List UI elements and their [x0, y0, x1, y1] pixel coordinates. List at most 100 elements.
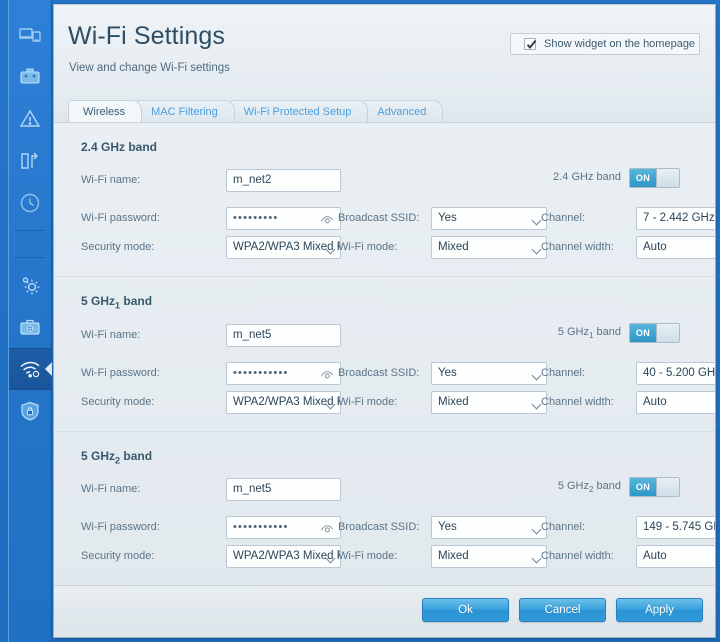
show-widget-checkbox-label: Show widget on the homepage: [544, 38, 696, 50]
band-title-suffix: band: [120, 294, 153, 309]
select-channel-5-2[interactable]: 149 - 5.745 GHz: [636, 516, 715, 540]
switch-knob[interactable]: [656, 169, 679, 188]
label-security-mode: Security mode:: [81, 241, 155, 254]
band-title-prefix: 2.4 GHz: [81, 140, 126, 154]
panel-header: Wi-Fi Settings View and change Wi-Fi set…: [54, 5, 715, 98]
sidebar-item-devices[interactable]: [9, 14, 51, 56]
toggle-5ghz-2-band[interactable]: 5 GHz2 band ON: [558, 477, 680, 498]
select-wifi-mode-5-2[interactable]: Mixed: [431, 545, 547, 569]
wifi-settings-icon: [18, 357, 42, 381]
storage-icon: [18, 65, 42, 89]
toggle-label-24ghz: 2.4 GHz band: [553, 171, 621, 185]
shield-lock-icon: [18, 399, 42, 423]
password-mask-24: •••••••••: [233, 212, 279, 225]
tab-mac-filtering[interactable]: MAC Filtering: [136, 100, 235, 122]
input-wifi-password-24[interactable]: •••••••••: [226, 207, 341, 231]
row-wifi-password-5-2: Wi-Fi password: ••••••••••• Broadcast SS…: [68, 516, 715, 540]
row-security-mode-5-2: Security mode: WPA2/WPA3 Mixed Personal …: [68, 545, 715, 569]
toggle-label-5ghz-1: 5 GHz1 band: [558, 326, 621, 340]
sidebar-divider: [15, 230, 45, 231]
label-wifi-password: Wi-Fi password:: [81, 521, 160, 534]
input-wifi-name-5-2[interactable]: m_net5: [226, 478, 341, 502]
switch-5ghz-1[interactable]: ON: [629, 322, 680, 343]
select-broadcast-ssid-5-2[interactable]: Yes: [431, 516, 547, 540]
switch-knob[interactable]: [656, 478, 679, 497]
gears-icon: [18, 273, 42, 297]
sidebar-item-backup[interactable]: [9, 140, 51, 182]
password-mask-5-1: •••••••••••: [233, 366, 289, 379]
band-title-suffix: band: [120, 448, 153, 463]
input-wifi-password-5-1[interactable]: •••••••••••: [226, 361, 341, 385]
cancel-button[interactable]: Cancel: [519, 598, 606, 622]
select-security-mode-5-2[interactable]: WPA2/WPA3 Mixed Personal: [226, 545, 341, 569]
band-title-prefix: 5 GHz: [81, 294, 116, 309]
label-broadcast-ssid: Broadcast SSID:: [338, 366, 420, 379]
toggle-label-suffix: band: [593, 171, 621, 184]
toggle-24ghz-band[interactable]: 2.4 GHz band ON: [553, 168, 680, 189]
settings-panel: Wi-Fi Settings View and change Wi-Fi set…: [53, 4, 716, 638]
switch-on-label: ON: [630, 323, 656, 342]
toggle-label-prefix: 5 GHz: [557, 325, 590, 338]
toggle-5ghz-1-band[interactable]: 5 GHz1 band ON: [558, 322, 680, 343]
select-wifi-mode-5-1[interactable]: Mixed: [431, 390, 547, 414]
toggle-label-suffix: band: [593, 325, 621, 338]
label-channel-width: Channel width:: [541, 241, 614, 254]
label-channel: Channel:: [541, 212, 586, 225]
select-channel-24[interactable]: 7 - 2.442 GHz: [636, 207, 715, 231]
switch-on-label: ON: [630, 169, 656, 188]
page-subtitle: View and change Wi-Fi settings: [69, 62, 230, 74]
ok-button[interactable]: Ok: [422, 598, 509, 622]
input-wifi-password-5-2[interactable]: •••••••••••: [226, 516, 341, 540]
label-wifi-password: Wi-Fi password:: [81, 366, 160, 379]
sidebar-item-settings[interactable]: [9, 264, 51, 306]
select-broadcast-ssid-5-1[interactable]: Yes: [431, 361, 547, 385]
switch-24ghz[interactable]: ON: [629, 168, 680, 189]
sidebar-item-toolbox[interactable]: [9, 306, 51, 348]
apply-button[interactable]: Apply: [616, 598, 703, 622]
input-wifi-name-24[interactable]: m_net2: [226, 169, 341, 193]
input-wifi-name-5-1[interactable]: m_net5: [226, 323, 341, 347]
show-password-eye-icon[interactable]: [320, 213, 334, 229]
label-wifi-name: Wi-Fi name:: [81, 328, 141, 341]
show-password-eye-icon[interactable]: [320, 368, 334, 384]
band-title-24ghz: 2.4 GHz band: [68, 123, 701, 156]
sidebar-item-history[interactable]: [9, 182, 51, 224]
row-wifi-password-5-1: Wi-Fi password: ••••••••••• Broadcast SS…: [68, 361, 715, 385]
select-channel-5-1[interactable]: 40 - 5.200 GHz: [636, 361, 715, 385]
row-wifi-name-5-2: Wi-Fi name: m_net5 5 GHz2 band ON: [68, 477, 701, 502]
switch-5ghz-2[interactable]: ON: [629, 477, 680, 498]
label-wifi-name: Wi-Fi name:: [81, 483, 141, 496]
select-wifi-mode-24[interactable]: Mixed: [431, 236, 547, 260]
select-channel-width-5-1[interactable]: Auto: [636, 390, 715, 414]
sidebar-top-spacer: [9, 0, 51, 14]
password-mask-5-2: •••••••••••: [233, 521, 289, 534]
sidebar-item-security[interactable]: [9, 390, 51, 432]
band-title-suffix: band: [125, 140, 158, 154]
tab-wifi-protected-setup[interactable]: Wi-Fi Protected Setup: [228, 100, 369, 122]
row-security-mode-5-1: Security mode: WPA2/WPA3 Mixed Personal …: [68, 390, 715, 414]
label-channel: Channel:: [541, 366, 586, 379]
warning-triangle-icon: [18, 107, 42, 131]
show-password-eye-icon[interactable]: [320, 522, 334, 538]
select-security-mode-24[interactable]: WPA2/WPA3 Mixed Personal: [226, 236, 341, 260]
sidebar-item-storage[interactable]: [9, 56, 51, 98]
show-widget-checkbox[interactable]: [524, 38, 537, 50]
show-widget-checkbox-row[interactable]: Show widget on the homepage: [510, 33, 700, 55]
tab-advanced[interactable]: Advanced: [362, 100, 444, 122]
select-channel-width-5-2[interactable]: Auto: [636, 545, 715, 569]
band-section-5ghz-1: 5 GHz1 band Wi-Fi name: m_net5 5 GHz1 ba…: [54, 276, 715, 414]
label-security-mode: Security mode:: [81, 550, 155, 563]
toggle-label-suffix: band: [593, 480, 621, 493]
footer-buttons: Ok Cancel Apply: [422, 598, 703, 622]
switch-on-label: ON: [630, 478, 656, 497]
wifi-settings-window: Wi-Fi Settings View and change Wi-Fi set…: [0, 0, 720, 642]
select-broadcast-ssid-24[interactable]: Yes: [431, 207, 547, 231]
sidebar-item-wifi[interactable]: [9, 348, 52, 390]
select-channel-width-24[interactable]: Auto: [636, 236, 715, 260]
select-security-mode-5-1[interactable]: WPA2/WPA3 Mixed Personal: [226, 390, 341, 414]
label-channel-width: Channel width:: [541, 550, 614, 563]
band-title-prefix: 5 GHz: [81, 448, 116, 463]
switch-knob[interactable]: [656, 323, 679, 342]
sidebar-item-alerts[interactable]: [9, 98, 51, 140]
tab-wireless[interactable]: Wireless: [68, 100, 143, 122]
